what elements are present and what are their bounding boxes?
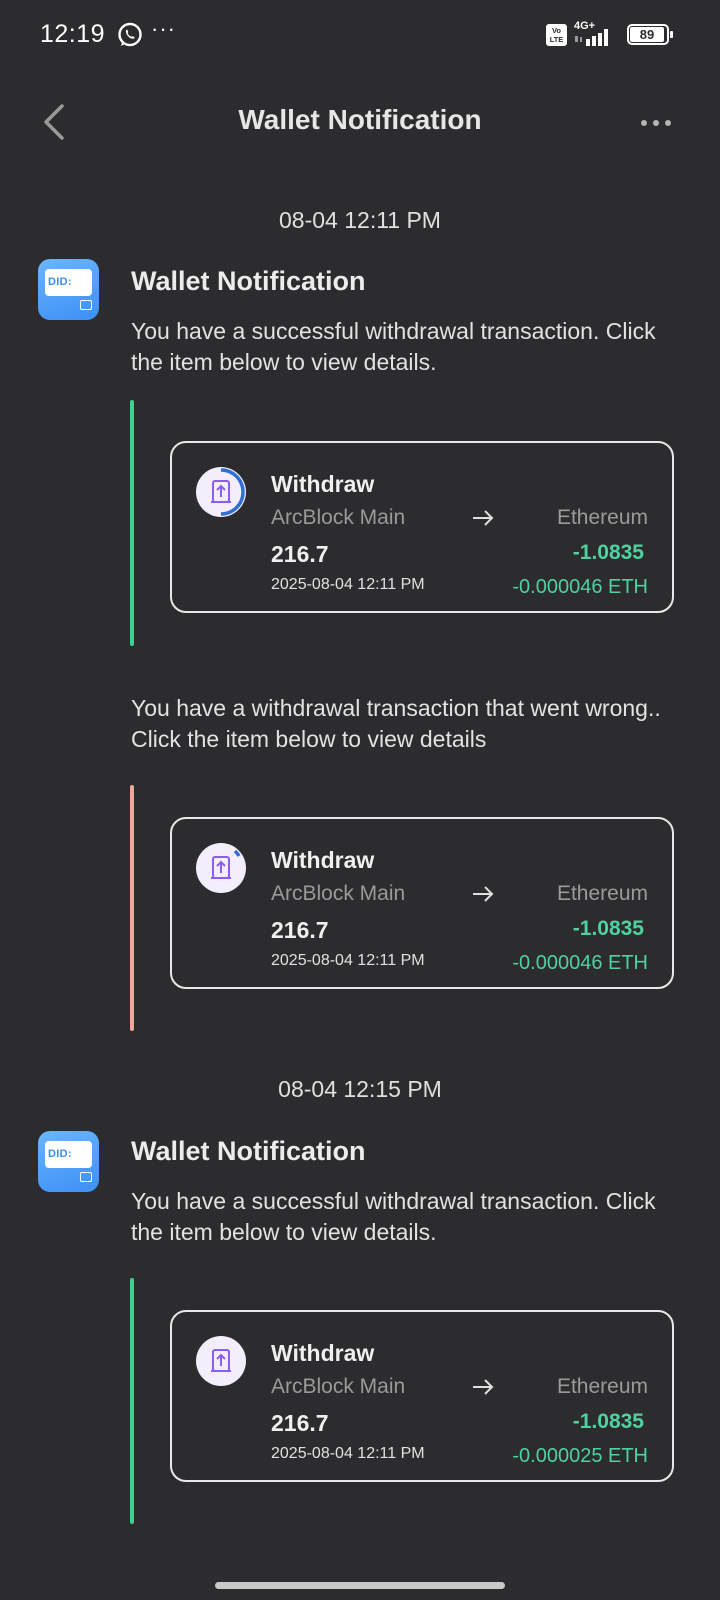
whatsapp-icon: [118, 22, 142, 47]
transaction-change: -1.0835: [572, 541, 644, 564]
transaction-type: Withdraw: [271, 847, 375, 873]
page-title: Wallet Notification: [238, 104, 482, 135]
success-indicator-bar: [130, 400, 134, 646]
transaction-card[interactable]: Withdraw ArcBlock Main Ethereum 216.7 -1…: [170, 817, 674, 989]
transaction-type: Withdraw: [271, 1340, 375, 1366]
success-indicator-bar: [130, 1278, 134, 1524]
message-text: You have a withdrawal transaction that w…: [131, 695, 661, 752]
arrow-right-icon: [473, 1379, 494, 1395]
withdraw-icon: [196, 1336, 246, 1386]
transaction-source: ArcBlock Main: [271, 506, 406, 529]
transaction-source: ArcBlock Main: [271, 1375, 406, 1398]
sender-name: Wallet Notification: [131, 1136, 366, 1166]
wallet-app-icon[interactable]: DID:: [38, 1131, 99, 1192]
transaction-destination: Ethereum: [556, 1375, 648, 1398]
message-text: You have a successful withdrawal transac…: [131, 1188, 656, 1245]
transaction-time: 2025-08-04 12:11 PM: [271, 576, 425, 593]
transaction-change: -1.0835: [572, 1410, 644, 1433]
volte-icon: Vo LTE: [546, 24, 567, 46]
transaction-card[interactable]: Withdraw ArcBlock Main Ethereum 216.7 -1…: [170, 441, 674, 613]
home-indicator[interactable]: [215, 1582, 505, 1589]
transaction-time: 2025-08-04 12:11 PM: [271, 1445, 425, 1462]
transaction-destination: Ethereum: [556, 506, 648, 529]
more-options-button[interactable]: [636, 108, 676, 138]
status-time: 12:19: [40, 20, 106, 48]
wallet-app-icon[interactable]: DID:: [38, 259, 99, 320]
arrow-right-icon: [473, 886, 494, 902]
transaction-amount: 216.7: [271, 1410, 329, 1436]
status-overflow-icon: ···: [151, 16, 176, 41]
sender-name: Wallet Notification: [131, 266, 366, 296]
transaction-change: -1.0835: [572, 917, 644, 940]
transaction-amount: 216.7: [271, 541, 329, 567]
battery-icon: 89: [627, 24, 673, 45]
withdraw-icon: [196, 843, 246, 893]
message-timestamp: 08-04 12:15 PM: [278, 1076, 442, 1102]
message-timestamp: 08-04 12:11 PM: [279, 207, 441, 233]
withdraw-icon: [196, 467, 246, 517]
transaction-fee: -0.000046 ETH: [512, 576, 648, 598]
transaction-fee: -0.000046 ETH: [512, 952, 648, 974]
transaction-destination: Ethereum: [556, 882, 648, 905]
transaction-source: ArcBlock Main: [271, 882, 406, 905]
transaction-type: Withdraw: [271, 471, 375, 497]
message-text: You have a successful withdrawal transac…: [131, 318, 656, 375]
status-bar: 12:19 ··· Vo LTE 4G+ 89: [0, 0, 720, 70]
transaction-card[interactable]: Withdraw ArcBlock Main Ethereum 216.7 -1…: [170, 1310, 674, 1482]
transaction-amount: 216.7: [271, 917, 329, 943]
signal-icon: [575, 29, 608, 46]
battery-level: 89: [639, 27, 655, 42]
error-indicator-bar: [130, 785, 134, 1031]
transaction-time: 2025-08-04 12:11 PM: [271, 952, 425, 969]
transaction-fee: -0.000025 ETH: [512, 1445, 648, 1467]
arrow-right-icon: [473, 510, 494, 526]
